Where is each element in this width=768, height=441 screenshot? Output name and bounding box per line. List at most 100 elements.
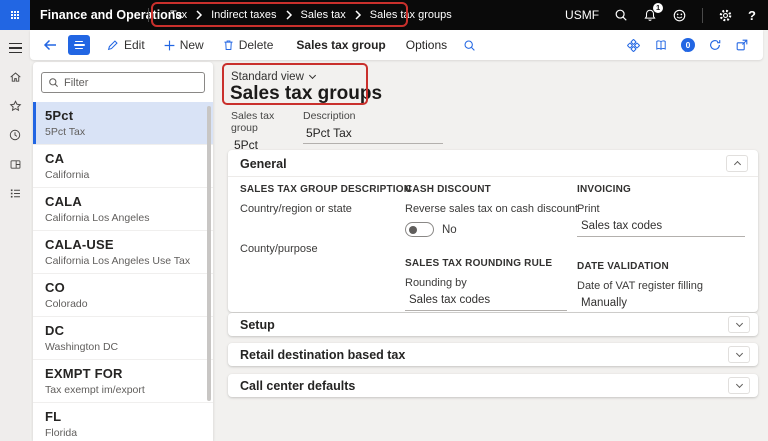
list-item-code: CALA (45, 194, 82, 209)
section-title: Call center defaults (240, 379, 356, 393)
action-pane-right: 0 (626, 38, 763, 53)
expand-button[interactable] (728, 346, 750, 363)
print-select[interactable]: Sales tax codes (577, 219, 745, 237)
menu-icon (8, 42, 22, 54)
book-button[interactable] (654, 38, 668, 52)
action-pane: Edit New Delete Sales tax group Options … (30, 30, 763, 60)
tab-options[interactable]: Options (406, 38, 447, 52)
general-col-cash-discount: CASH DISCOUNT Reverse sales tax on cash … (405, 184, 578, 311)
list-item-code: FL (45, 409, 62, 424)
power-apps-icon (626, 38, 641, 53)
toggle-switch[interactable] (405, 222, 434, 237)
list-item-code: DC (45, 323, 65, 338)
rounding-by-select[interactable]: Sales tax codes (405, 293, 567, 311)
modules-icon (8, 187, 23, 200)
breadcrumb-item[interactable]: Indirect taxes (211, 9, 276, 21)
delete-button[interactable]: Delete (222, 38, 273, 52)
home-button[interactable] (4, 68, 26, 86)
list-item[interactable]: CALA California Los Angeles (33, 188, 213, 231)
search-icon (463, 39, 476, 52)
section-card[interactable]: Call center defaults (228, 374, 758, 397)
tab-sales-tax-group[interactable]: Sales tax group (296, 38, 385, 52)
new-button[interactable]: New (163, 38, 204, 52)
list-scrollbar[interactable] (207, 106, 211, 401)
list-item[interactable]: EXMPT FOR Tax exempt im/export (33, 360, 213, 403)
book-icon (654, 38, 668, 52)
modules-button[interactable] (4, 184, 26, 202)
list-item[interactable]: FL Florida (33, 403, 213, 441)
menu-button[interactable] (4, 39, 26, 57)
description-input[interactable]: 5Pct Tax (303, 126, 443, 144)
view-selector[interactable]: Standard view (231, 71, 316, 83)
section-card[interactable]: Retail destination based tax (228, 343, 758, 366)
list-icon (75, 40, 83, 43)
reverse-sales-tax-toggle-row: No (405, 222, 567, 237)
chevron-right-icon (285, 10, 293, 20)
page-title: Sales tax groups (230, 83, 383, 104)
company-selector[interactable]: USMF (565, 8, 599, 22)
expand-button[interactable] (728, 316, 750, 333)
workspace-icon (8, 158, 23, 171)
messages-bubble-icon: 0 (681, 38, 695, 52)
messages-button[interactable]: 0 (681, 38, 695, 52)
chevron-up-icon (733, 160, 741, 169)
action-pane-search-button[interactable] (463, 39, 476, 52)
vat-register-select[interactable]: Manually (577, 296, 745, 314)
list-item[interactable]: CALA-USE California Los Angeles Use Tax (33, 231, 213, 274)
list-item[interactable]: CO Colorado (33, 274, 213, 317)
help-button[interactable]: ? (748, 8, 756, 23)
chevron-down-icon (735, 380, 743, 388)
feedback-button[interactable] (672, 8, 687, 23)
list-item[interactable]: 5Pct 5Pct Tax (33, 102, 213, 145)
waffle-icon (11, 11, 13, 13)
feedback-smiley-icon (672, 8, 687, 23)
general-col-description: SALES TAX GROUP DESCRIPTION Country/regi… (240, 184, 412, 255)
favorites-button[interactable] (4, 97, 26, 115)
edit-button[interactable]: Edit (106, 38, 145, 52)
settings-button[interactable] (718, 8, 733, 23)
list-item-description: 5Pct Tax (45, 126, 86, 138)
list-item[interactable]: DC Washington DC (33, 317, 213, 360)
list-item-code: CA (45, 151, 65, 166)
collapse-button[interactable] (726, 155, 748, 172)
list-item-code: 5Pct (45, 108, 74, 123)
trash-icon (222, 38, 235, 52)
filter-input[interactable] (64, 76, 198, 89)
refresh-button[interactable] (708, 38, 722, 52)
section-title: Setup (240, 318, 275, 332)
topbar-divider (148, 8, 149, 22)
list-item-description: California (45, 169, 90, 181)
notifications-button[interactable]: 1 (643, 2, 664, 23)
power-apps-button[interactable] (626, 38, 641, 53)
list-item-code: CALA-USE (45, 237, 114, 252)
general-col-invoicing: INVOICING Print Sales tax codes DATE VAL… (577, 184, 745, 314)
left-nav-strip (0, 30, 30, 441)
back-button[interactable] (38, 36, 62, 54)
top-navigation-bar: Finance and Operations Tax Indirect taxes… (0, 0, 768, 30)
workspaces-button[interactable] (4, 155, 26, 173)
breadcrumb-item[interactable]: Tax (170, 9, 187, 21)
section-card[interactable]: Setup (228, 313, 758, 336)
expand-button[interactable] (728, 377, 750, 394)
breadcrumb-item[interactable]: Sales tax groups (370, 9, 452, 21)
field-description: Description 5Pct Tax (303, 110, 443, 144)
app-title[interactable]: Finance and Operations (40, 0, 182, 30)
message-badge: 0 (685, 40, 691, 50)
action-pane-left: Edit New Delete Sales tax group Options (30, 35, 476, 55)
list-item-description: Colorado (45, 298, 88, 310)
app-launcher-button[interactable] (0, 0, 30, 30)
list-view-toggle-button[interactable] (68, 35, 90, 55)
recent-button[interactable] (4, 126, 26, 144)
general-section: General SALES TAX GROUP DESCRIPTION Coun… (228, 150, 758, 314)
pencil-icon (106, 38, 120, 52)
open-in-new-window-button[interactable] (735, 38, 749, 52)
home-icon (8, 70, 23, 84)
breadcrumb: Tax Indirect taxes Sales tax Sales tax grou… (170, 0, 452, 30)
breadcrumb-item[interactable]: Sales tax (301, 9, 346, 21)
chevron-down-icon (735, 349, 743, 357)
list-item[interactable]: CA California (33, 145, 213, 188)
search-icon (48, 77, 59, 88)
general-section-header[interactable]: General (228, 150, 758, 177)
search-button[interactable] (614, 8, 628, 22)
chevron-down-icon (735, 319, 743, 327)
